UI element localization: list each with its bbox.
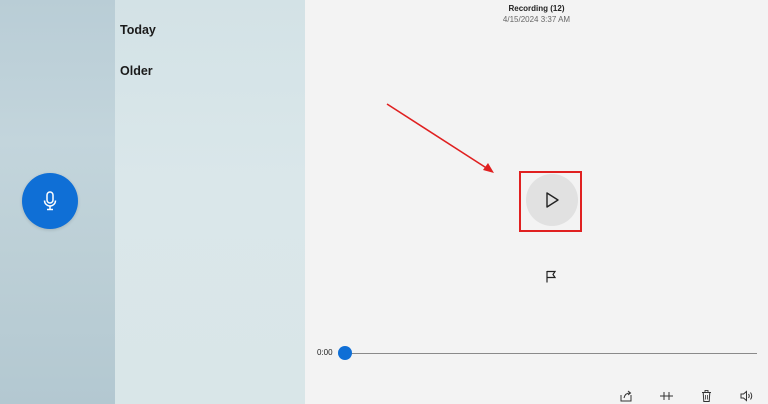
group-header-older[interactable]: Older	[120, 64, 153, 78]
delete-button[interactable]	[699, 389, 713, 403]
flag-icon	[546, 270, 557, 282]
left-rail	[0, 0, 115, 404]
speaker-button[interactable]	[739, 389, 753, 403]
player-pane: Recording (12) 4/15/2024 3:37 AM 0:00	[305, 0, 768, 404]
speaker-icon	[740, 390, 752, 402]
share-button[interactable]	[619, 389, 633, 403]
play-button[interactable]	[526, 174, 578, 226]
record-button[interactable]	[22, 173, 78, 229]
delete-icon	[701, 390, 711, 402]
group-header-today[interactable]: Today	[120, 23, 156, 37]
seek-bar-thumb[interactable]	[338, 346, 352, 360]
microphone-icon	[43, 191, 57, 211]
recording-title: Recording (12)	[508, 4, 565, 13]
share-icon	[620, 390, 632, 402]
trim-icon	[659, 392, 673, 400]
seek-bar-track[interactable]	[345, 353, 757, 354]
add-marker-button[interactable]	[543, 268, 559, 284]
recordings-list: Today Older	[115, 0, 305, 404]
current-time: 0:00	[317, 348, 333, 357]
recording-date: 4/15/2024 3:37 AM	[502, 15, 571, 24]
play-icon	[546, 192, 559, 208]
trim-button[interactable]	[659, 389, 673, 403]
